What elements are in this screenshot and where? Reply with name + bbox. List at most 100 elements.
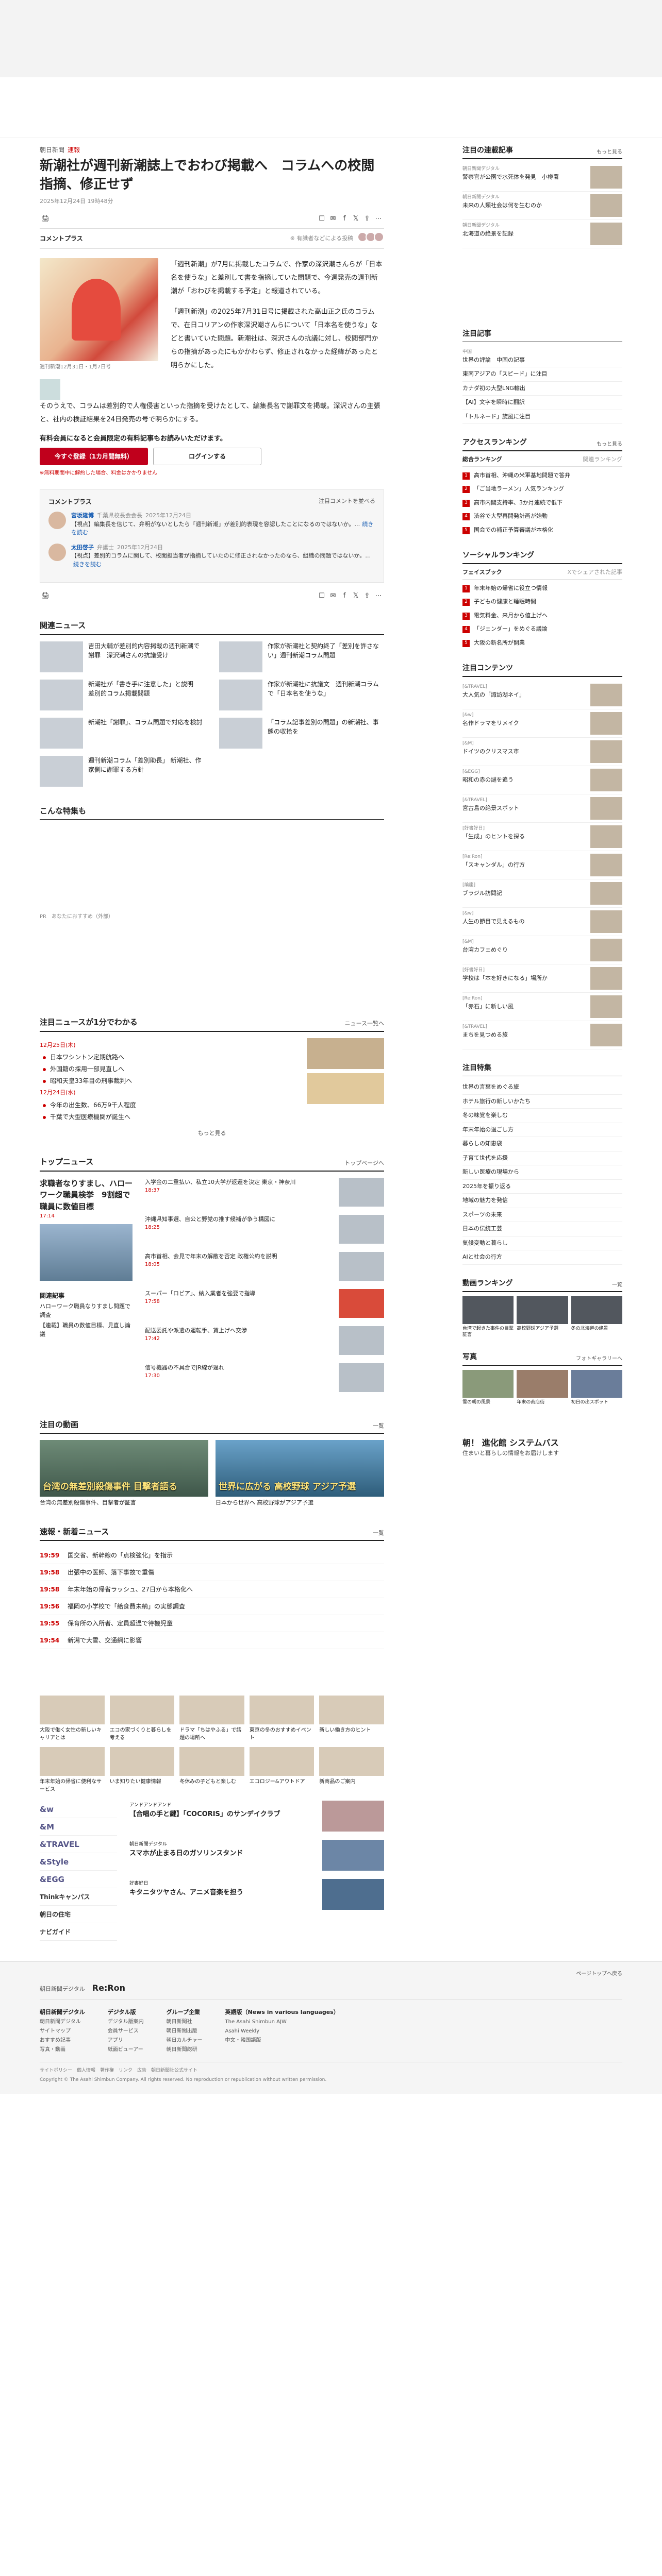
promo-item[interactable]: 冬休みの子どもと楽しむ bbox=[179, 1747, 244, 1793]
list-item[interactable]: [&M] 台湾カフェめぐり bbox=[462, 936, 622, 964]
promo-item[interactable]: 新商品のご案内 bbox=[319, 1747, 384, 1793]
read-more-link[interactable]: 続きを読む bbox=[73, 561, 102, 568]
list-item[interactable]: ハローワーク職員なりすまし問題で調査 bbox=[40, 1302, 133, 1319]
list-item[interactable]: 地域の魅力を発信 bbox=[462, 1194, 622, 1208]
subscribe-button[interactable]: 今すぐ登録（1カ月間無料） bbox=[40, 448, 148, 466]
ranking-item[interactable]: 1 高市首相、沖縄の米軍基地問題で答弁 bbox=[462, 469, 622, 483]
video-item[interactable]: 台湾の無差別殺傷事件 目撃者語る 台湾の無差別殺傷事件、目撃者が証言 bbox=[40, 1440, 208, 1507]
ranking-item[interactable]: 2 「ご当地ラーメン」人気ランキング bbox=[462, 482, 622, 496]
list-item[interactable]: 新潮社が「書き手に注意した」と説明 差別的コラム掲載問題 bbox=[40, 679, 205, 710]
list-item[interactable]: 冬の味覚を楽しむ bbox=[462, 1109, 622, 1123]
list-item[interactable]: 新潮社「謝罪」、コラム問題で対応を検討 bbox=[40, 717, 205, 749]
ranking-item[interactable]: 1 年末年始の帰省に役立つ情報 bbox=[462, 582, 622, 596]
footer-site[interactable]: 朝日新聞デジタル bbox=[40, 1986, 85, 1992]
brand-article[interactable]: アンドアンドアンド 【合唱の手と鍵】「COCORIS」のサンデイクラブ bbox=[129, 1801, 384, 1832]
commenter-name[interactable]: 太田啓子 bbox=[71, 544, 94, 551]
list-item[interactable]: 世界の言葉をめぐる旅 bbox=[462, 1080, 622, 1095]
list-item[interactable]: 千葉で大型医療機関が誕生へ bbox=[43, 1112, 136, 1122]
timeline-image[interactable] bbox=[307, 1038, 384, 1069]
tab-x[interactable]: Xでシェアされた記事 bbox=[567, 568, 622, 577]
ranking-item[interactable]: 5 大阪の新名所が開業 bbox=[462, 636, 622, 650]
avatar[interactable] bbox=[48, 512, 66, 530]
list-item[interactable]: 朝日新聞デジタル 警察官が公園で水死体を発見 小樽署 bbox=[462, 163, 622, 192]
avatar[interactable] bbox=[48, 543, 66, 561]
list-item[interactable]: スポーツの未来 bbox=[462, 1208, 622, 1222]
video-item[interactable]: 台湾で起きた事件の目撃証言 bbox=[462, 1296, 514, 1338]
list-item[interactable]: [&w] 名作ドラマをリメイク bbox=[462, 709, 622, 738]
list-item[interactable]: [好書好日] 「生成」のヒントを探る bbox=[462, 823, 622, 851]
mail-icon[interactable]: ✉ bbox=[327, 213, 339, 224]
list-item[interactable]: 「トルネード」旋風に注目 bbox=[462, 410, 622, 424]
more-icon[interactable]: ⋯ bbox=[373, 590, 384, 601]
topnews-more-link[interactable]: トップページへ bbox=[344, 1159, 384, 1168]
category-label[interactable]: 朝日新聞 bbox=[40, 146, 64, 154]
ranking-item[interactable]: 2 子どもの健康と睡眠時間 bbox=[462, 595, 622, 609]
ranking-item[interactable]: 4 「ジェンダー」をめぐる議論 bbox=[462, 622, 622, 636]
list-item[interactable]: [好書好日] 学校は「本を好きになる」場所か bbox=[462, 964, 622, 993]
list-item[interactable]: 【連載】職員の数値目標、見直し論議 bbox=[40, 1321, 133, 1338]
list-item[interactable]: 19:54 新潟で大雪、交通網に影響 bbox=[40, 1632, 384, 1650]
list-item[interactable]: 朝日新聞デジタル 北海道の絶景を記録 bbox=[462, 220, 622, 248]
list-item[interactable]: 東南アジアの「スピード」に注目 bbox=[462, 367, 622, 382]
list-item[interactable]: 【AI】文字を瞬時に翻訳 bbox=[462, 396, 622, 410]
x-icon[interactable]: 𝕏 bbox=[350, 213, 361, 224]
list-item[interactable]: [&EGG] 昭和の赤の謎を追う bbox=[462, 766, 622, 794]
brand-article[interactable]: 好書好日 キタニタツヤさん、アニメ音楽を担う bbox=[129, 1879, 384, 1910]
timeline-image[interactable] bbox=[307, 1073, 384, 1104]
brand-logo[interactable]: &M bbox=[40, 1818, 117, 1836]
brand-logo[interactable]: &EGG bbox=[40, 1871, 117, 1889]
list-item[interactable]: 暮らしの知恵袋 bbox=[462, 1137, 622, 1151]
list-item[interactable]: 昭和天皇33年目の刑事裁判へ bbox=[43, 1076, 136, 1086]
list-item[interactable]: [Re:Ron] 「スキャンダル」の行方 bbox=[462, 851, 622, 879]
brand-logo[interactable]: ナビガイド bbox=[40, 1923, 117, 1941]
photo-thumbnail[interactable] bbox=[40, 379, 60, 400]
list-item[interactable]: [&M] ドイツのクリスマス市 bbox=[462, 738, 622, 766]
sidebar-more-link[interactable]: もっと見る bbox=[597, 148, 622, 156]
promo-item[interactable]: エコロジー&アウトドア bbox=[249, 1747, 315, 1793]
brand-logo[interactable]: Thinkキャンパス bbox=[40, 1888, 117, 1906]
article-photo[interactable] bbox=[40, 258, 158, 361]
footer-links[interactable]: サイトポリシー 個人情報 著作権 リンク 広告 朝日新聞社公式サイト bbox=[40, 2067, 622, 2075]
brand-logo[interactable]: &TRAVEL bbox=[40, 1836, 117, 1854]
photo-item[interactable]: 雪の朝の風景 bbox=[462, 1369, 514, 1406]
list-item[interactable]: カナダ初の大型LNG輸出 bbox=[462, 382, 622, 396]
list-item[interactable]: 朝日新聞デジタル 未来の人類社会は何を生むのか bbox=[462, 192, 622, 220]
promo-item[interactable]: 年末年始の帰省に便利なサービス bbox=[40, 1747, 105, 1793]
ranking-item[interactable]: 3 高市内閣支持率、3か月連続で低下 bbox=[462, 496, 622, 510]
bookmark-icon[interactable]: ☐ bbox=[316, 590, 327, 601]
comment-panel-more[interactable]: 注目コメントを並べる bbox=[319, 497, 375, 506]
flash-more-link[interactable]: 一覧 bbox=[373, 1529, 384, 1538]
list-item[interactable]: 作家が新潮社に抗議文 週刊新潮コラムで「日本名を使うな」 bbox=[219, 679, 384, 710]
lead-image[interactable] bbox=[40, 1224, 133, 1281]
promo-item[interactable]: ドラマ「ちはやふる」で話題の場所へ bbox=[179, 1696, 244, 1742]
video-item[interactable]: 冬の北海道の絶景 bbox=[571, 1296, 622, 1338]
brand-logo[interactable]: 朝日の住宅 bbox=[40, 1906, 117, 1924]
list-item[interactable]: 今年の出生数、66万9千人程度 bbox=[43, 1100, 136, 1110]
mail-icon[interactable]: ✉ bbox=[327, 590, 339, 601]
promo-item[interactable]: いま知りたい健康情報 bbox=[109, 1747, 175, 1793]
brand-logo[interactable]: &Style bbox=[40, 1853, 117, 1871]
list-item[interactable]: 気候変動と暮らし bbox=[462, 1236, 622, 1250]
list-item[interactable]: [Re:Ron] 「赤石」に新しい風 bbox=[462, 993, 622, 1021]
news-row[interactable]: 入学金の二重払い、私立10大学が返還を決定 東京・神奈川 18:37 bbox=[145, 1177, 384, 1207]
facebook-icon[interactable]: f bbox=[339, 590, 350, 601]
promo-item[interactable]: 新しい働き方のヒント bbox=[319, 1696, 384, 1742]
sidebar-more-link[interactable]: フォトギャラリーへ bbox=[576, 1355, 622, 1363]
list-item[interactable]: [&TRAVEL] 宮古島の絶景スポット bbox=[462, 794, 622, 823]
list-item[interactable]: 19:58 出張中の医師、落下事故で重傷 bbox=[40, 1564, 384, 1582]
list-item[interactable]: 新しい医療の現場から bbox=[462, 1165, 622, 1180]
news-row[interactable]: 沖縄県知事選、自公と野党の推す候補が争う構図に 18:25 bbox=[145, 1214, 384, 1244]
brand-logo[interactable]: &w bbox=[40, 1801, 117, 1819]
timeline-more-button[interactable]: もっと見る bbox=[40, 1129, 384, 1138]
list-item[interactable]: 吉田大輔が差別的内容掲載の週刊新潮で謝罪 深沢潮さんの抗議受け bbox=[40, 641, 205, 672]
recommend-ad[interactable]: PR あなたにおすすめ（外部） bbox=[40, 826, 384, 924]
list-item[interactable]: [論座] ブラジル訪問記 bbox=[462, 879, 622, 908]
list-item[interactable]: 19:56 福岡の小学校で「給食費未納」の実態調査 bbox=[40, 1598, 384, 1616]
lead-headline[interactable]: 求職者なりすまし、ハローワーク職員検挙 9割超で職員に数値目標 bbox=[40, 1178, 133, 1213]
tab-ranking-related[interactable]: 関連ランキング bbox=[583, 455, 622, 464]
list-item[interactable]: 中国 世界の評論 中国の記事 bbox=[462, 346, 622, 367]
timeline-more-link[interactable]: ニュース一覧へ bbox=[345, 1020, 384, 1028]
list-item[interactable]: 子育て世代を応援 bbox=[462, 1151, 622, 1165]
sidebar-more-link[interactable]: もっと見る bbox=[597, 440, 622, 448]
news-row[interactable]: 信号機器の不具合でJR線が遅れ 17:30 bbox=[145, 1363, 384, 1392]
